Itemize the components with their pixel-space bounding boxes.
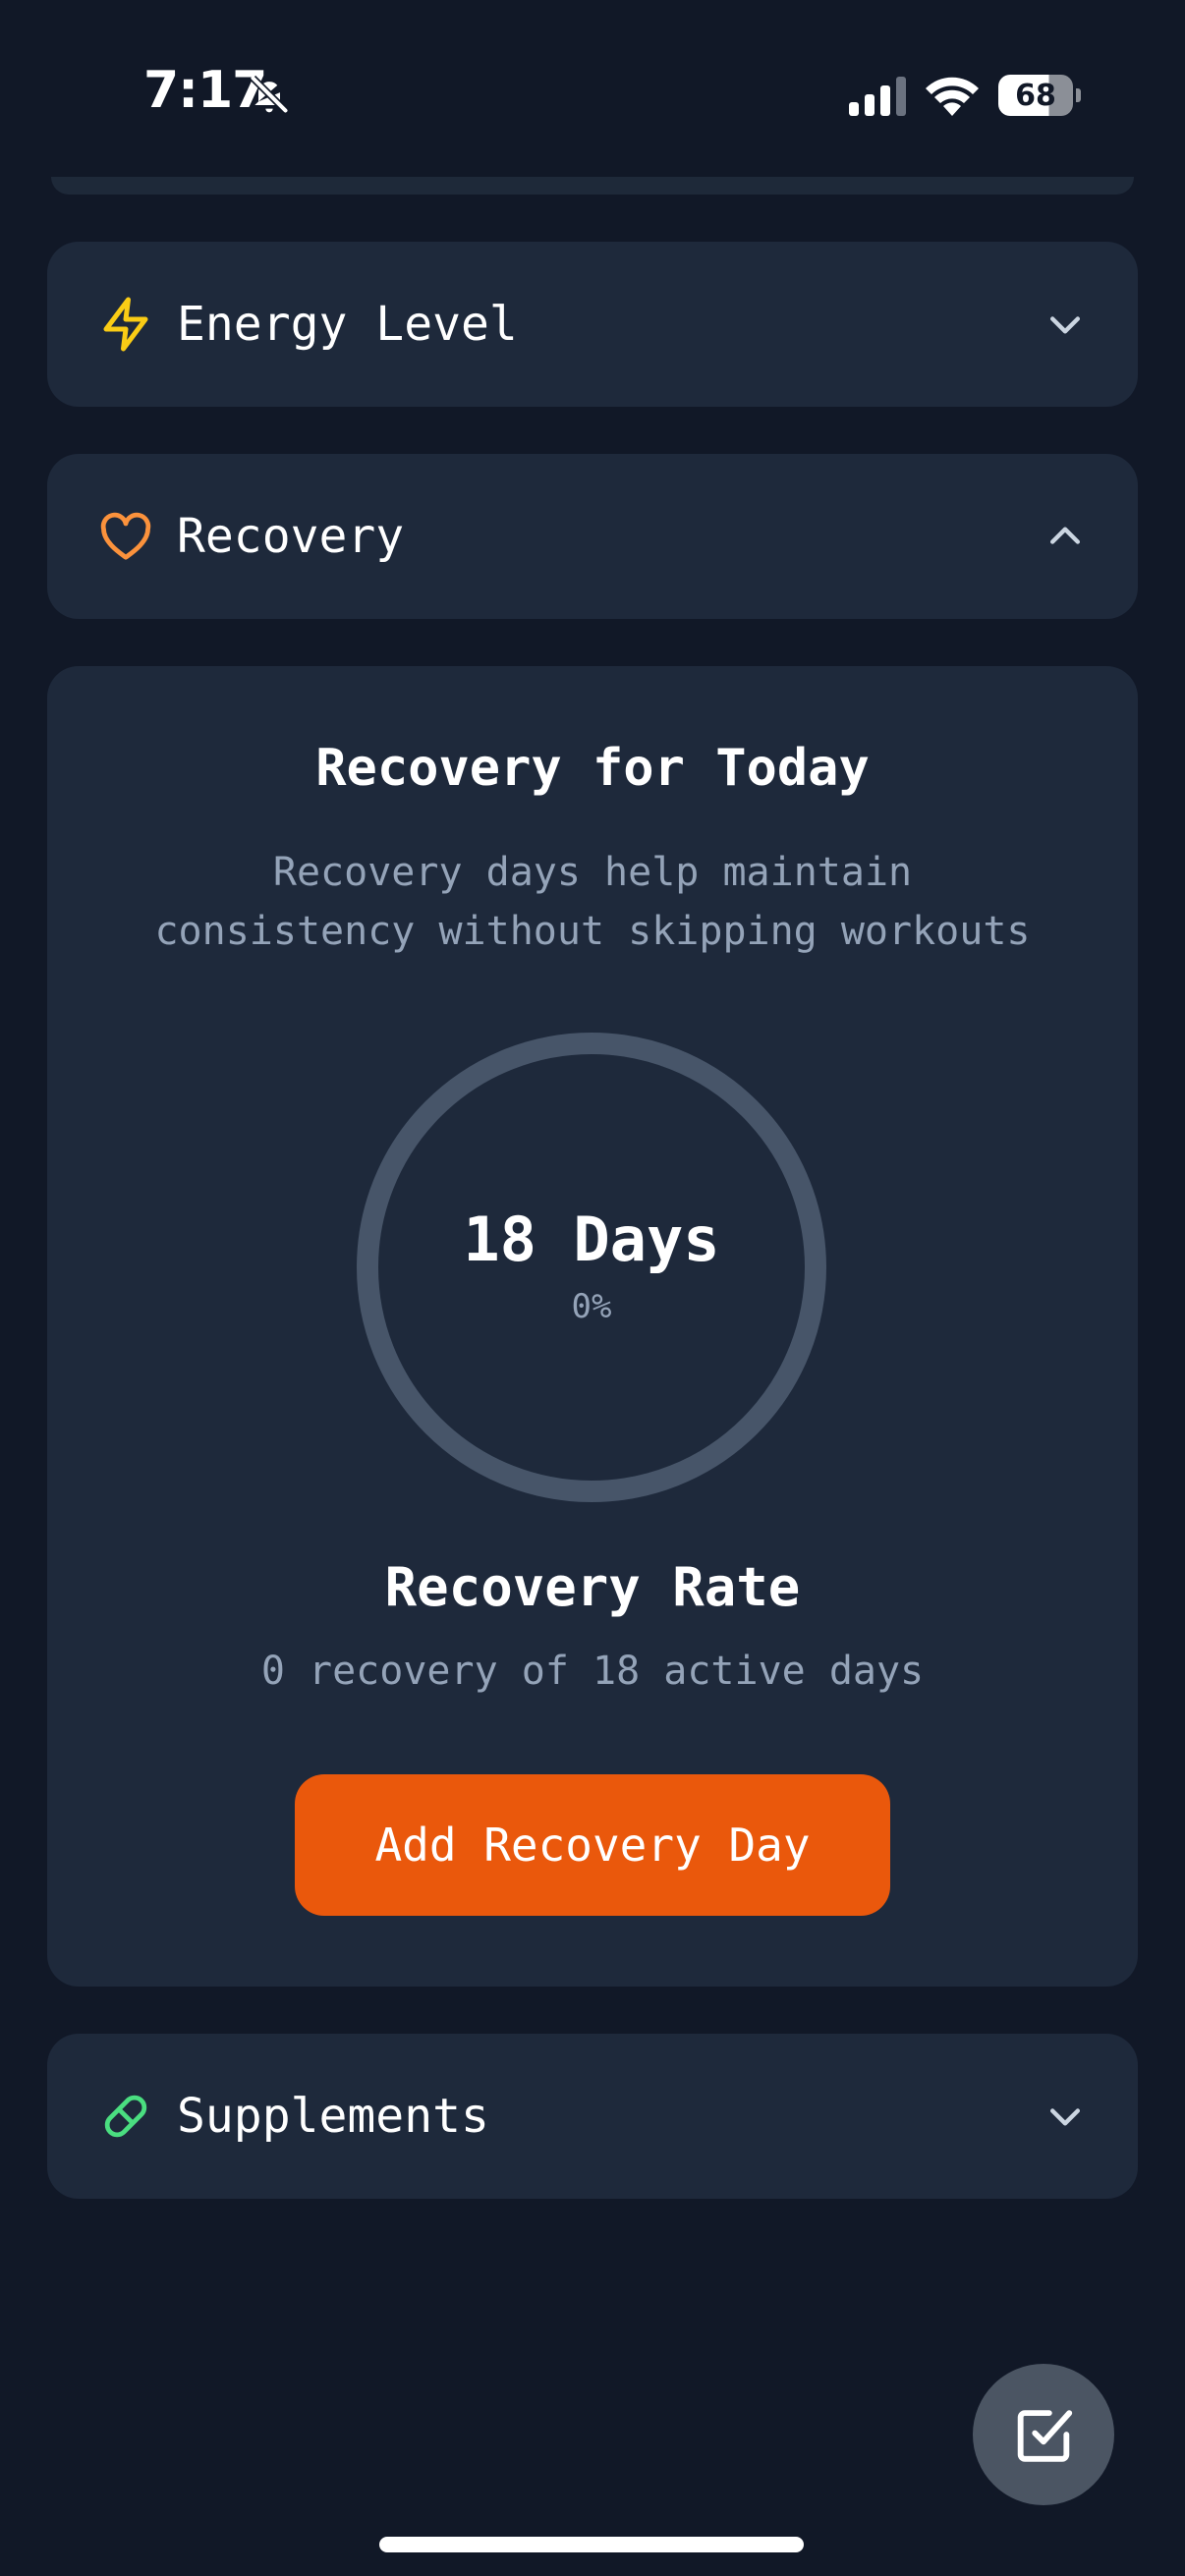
description-line-1: Recovery days help maintain: [272, 850, 913, 895]
bell-muted-icon: [250, 75, 289, 114]
previous-section-edge: [51, 177, 1134, 195]
section-recovery[interactable]: Recovery: [47, 454, 1138, 619]
recovery-panel-description: Recovery days help maintain consistency …: [0, 843, 1185, 961]
recovery-panel-title: Recovery for Today: [315, 739, 870, 798]
description-line-2: consistency without skipping workouts: [154, 909, 1031, 954]
section-supplements[interactable]: Supplements: [47, 2034, 1138, 2199]
pill-icon: [104, 2095, 147, 2138]
recovery-rate-title: Recovery Rate: [384, 1556, 801, 1618]
section-energy-level[interactable]: Energy Level: [47, 242, 1138, 407]
ring-percent-value: 0%: [571, 1287, 612, 1326]
section-title-recovery: Recovery: [177, 509, 405, 564]
heart-icon: [100, 512, 151, 560]
status-bar: 7:17 68: [0, 0, 1185, 187]
chevron-down-icon[interactable]: [1044, 303, 1087, 346]
ring-days-value: 18 Days: [463, 1204, 720, 1275]
checklist-fab-button[interactable]: [973, 2364, 1114, 2505]
lightning-icon: [103, 297, 148, 352]
section-title-supplements: Supplements: [177, 2089, 489, 2144]
battery-level: 68: [998, 75, 1073, 116]
cellular-signal-icon: [849, 77, 906, 116]
chevron-down-icon[interactable]: [1044, 2095, 1087, 2138]
recovery-rate-subtitle: 0 recovery of 18 active days: [260, 1649, 925, 1694]
home-indicator: [379, 2537, 804, 2552]
checkbox-edit-icon: [1017, 2410, 1073, 2462]
wifi-icon: [926, 77, 979, 116]
add-recovery-day-button[interactable]: Add Recovery Day: [295, 1774, 890, 1916]
battery-cap: [1076, 88, 1081, 102]
battery-indicator: 68: [998, 75, 1081, 116]
section-title-energy: Energy Level: [177, 297, 518, 352]
chevron-up-icon[interactable]: [1044, 515, 1087, 558]
